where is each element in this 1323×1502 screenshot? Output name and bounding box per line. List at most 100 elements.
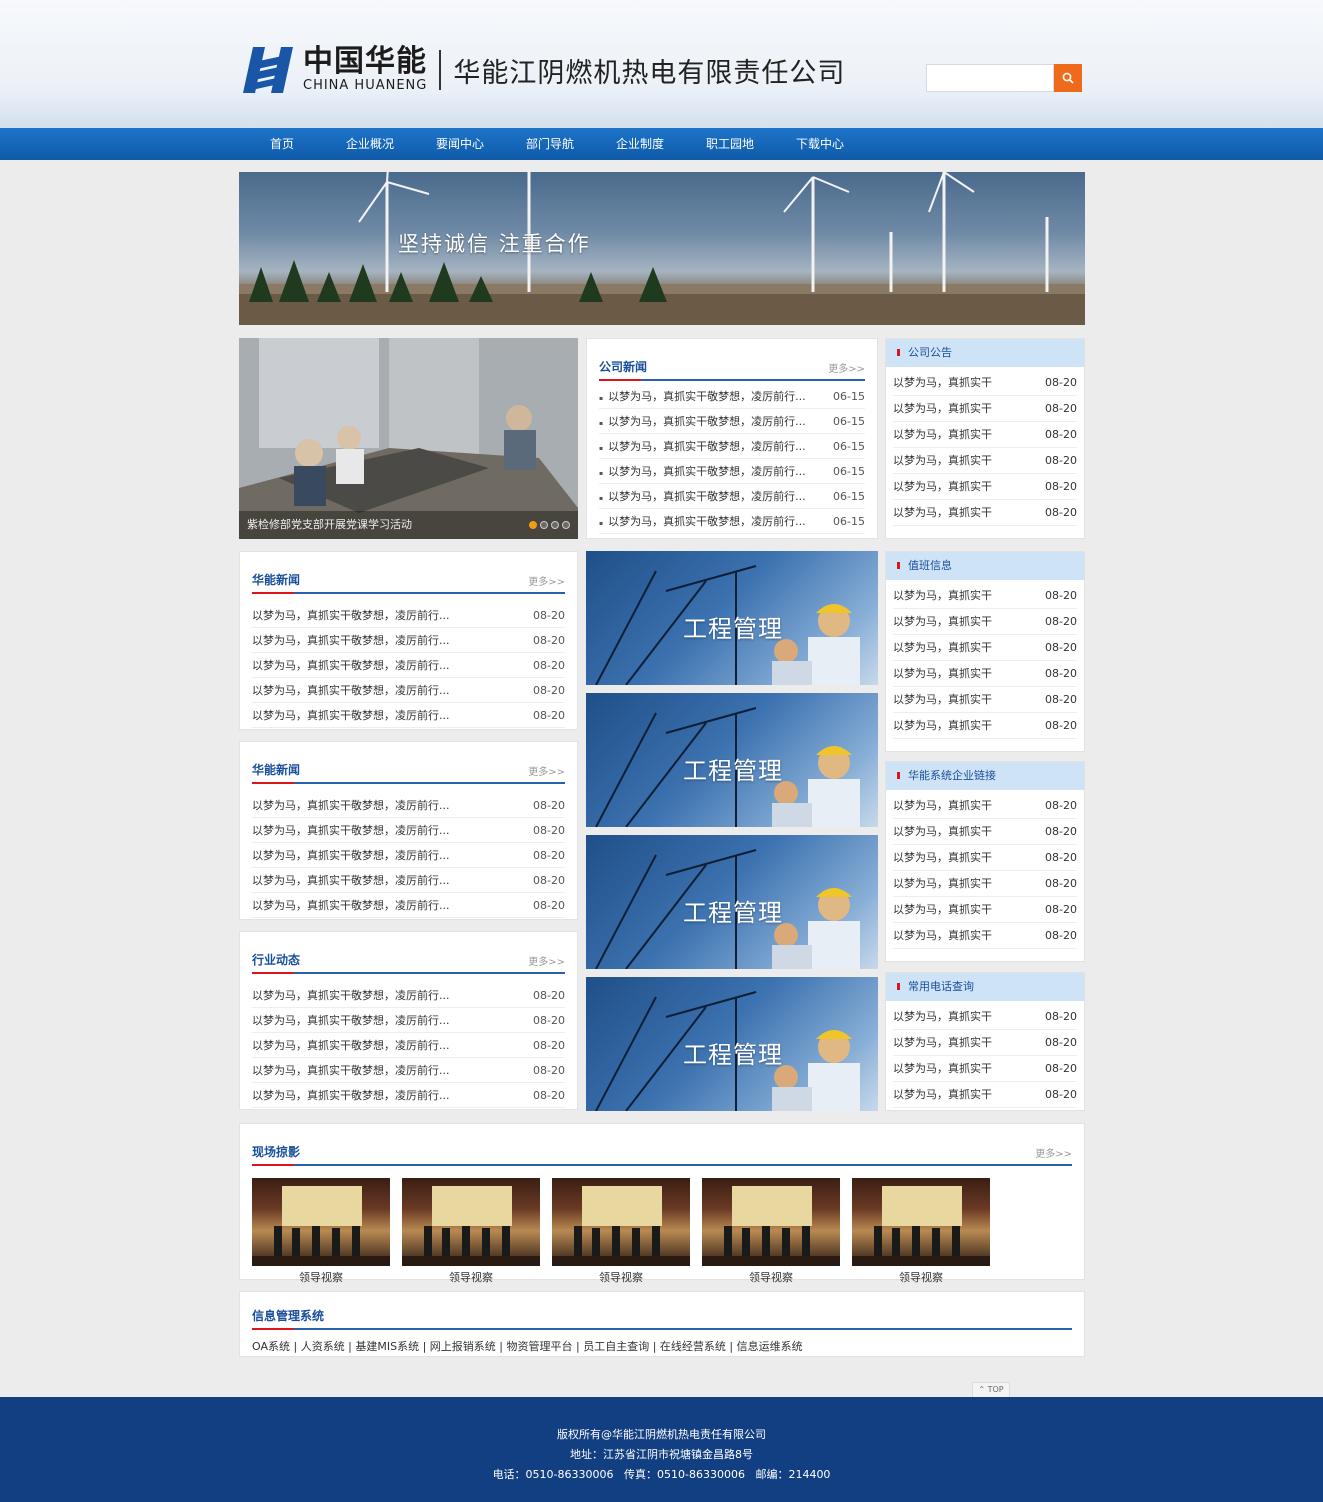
- nav-regulations[interactable]: 企业制度: [595, 128, 685, 160]
- list-item[interactable]: 以梦为马，真抓实干敬梦想，凌厉前行... 08-20: [252, 703, 565, 728]
- list-item[interactable]: 以梦为马，真抓实干 08-20: [893, 845, 1077, 871]
- engineering-card-4[interactable]: 工程管理: [586, 977, 878, 1111]
- logo[interactable]: 中国华能 CHINA HUANENG 华能江阴燃机热电有限责任公司: [241, 46, 845, 94]
- list-item[interactable]: 以梦为马，真抓实干 08-20: [893, 897, 1077, 923]
- company-news-more-link[interactable]: 更多>>: [828, 360, 865, 375]
- more-link[interactable]: 更多>>: [528, 763, 565, 778]
- list-item[interactable]: 以梦为马，真抓实干敬梦想，凌厉前行... 08-20: [252, 983, 565, 1008]
- phone-directory-panel: 常用电话查询 以梦为马，真抓实干 08-20 以梦为马，真抓实干 08-20 以梦为…: [885, 972, 1085, 1111]
- photo-card[interactable]: 领导视察: [402, 1178, 540, 1290]
- logo-divider: [439, 50, 442, 90]
- nav-overview[interactable]: 企业概况: [325, 128, 415, 160]
- list-item[interactable]: 以梦为马，真抓实干 08-20: [893, 1056, 1077, 1082]
- list-item[interactable]: 以梦为马，真抓实干 08-20: [893, 609, 1077, 635]
- list-item[interactable]: 以梦为马，真抓实干敬梦想，凌厉前行... 08-20: [252, 793, 565, 818]
- list-item[interactable]: 以梦为马，真抓实干敬梦想，凌厉前行... 08-20: [252, 843, 565, 868]
- list-item[interactable]: 以梦为马，真抓实干 08-20: [893, 396, 1077, 422]
- search-button[interactable]: [1054, 64, 1082, 92]
- stage-photo: [252, 1178, 390, 1266]
- engineering-label: 工程管理: [683, 899, 783, 927]
- photo-list: 领导视察 领导视察 领导视察 领导视察 领导视察: [240, 1178, 1084, 1290]
- list-item[interactable]: 以梦为马，真抓实干 08-20: [893, 1004, 1077, 1030]
- duty-info-panel: 值班信息 以梦为马，真抓实干 08-20 以梦为马，真抓实干 08-20 以梦为马，…: [885, 551, 1085, 752]
- list-item[interactable]: 以梦为马，真抓实干敬梦想，凌厉前行... 08-20: [252, 818, 565, 843]
- panel-title: 华能新闻: [252, 573, 301, 587]
- list-item[interactable]: 以梦为马，真抓实干敬梦想，凌厉前行...06-15: [599, 484, 865, 509]
- side-list: 以梦为马，真抓实干 08-20 以梦为马，真抓实干 08-20 以梦为马，真抓实干 0…: [886, 1001, 1084, 1112]
- hero-banner: 坚持诚信 注重合作: [239, 172, 1085, 325]
- company-name: 华能江阴燃机热电有限责任公司: [453, 57, 846, 89]
- list-item[interactable]: 以梦为马，真抓实干 08-20: [893, 1030, 1077, 1056]
- list-item[interactable]: 以梦为马，真抓实干 08-20: [893, 923, 1077, 949]
- site-footer: 版权所有@华能江阴燃机热电责任有限公司 地址：江苏省江阴市祝塘镇金昌路8号 电话…: [0, 1397, 1323, 1502]
- ceremony-image: [852, 1186, 990, 1266]
- list-item[interactable]: 以梦为马，真抓实干 08-20: [893, 793, 1077, 819]
- list-item[interactable]: 以梦为马，真抓实干敬梦想，凌厉前行...06-15: [599, 459, 865, 484]
- photo-card[interactable]: 领导视察: [852, 1178, 990, 1290]
- ceremony-image: [702, 1186, 840, 1266]
- list-item[interactable]: 以梦为马，真抓实干敬梦想，凌厉前行... 08-20: [252, 1033, 565, 1058]
- list-item[interactable]: 以梦为马，真抓实干敬梦想，凌厉前行... 08-20: [252, 1058, 565, 1083]
- back-to-top-button[interactable]: ⌃ TOP: [972, 1382, 1010, 1397]
- list-item[interactable]: 以梦为马，真抓实干 08-20: [893, 819, 1077, 845]
- list-item[interactable]: 以梦为马，真抓实干敬梦想，凌厉前行... 08-20: [252, 868, 565, 893]
- list-item[interactable]: 以梦为马，真抓实干敬梦想，凌厉前行... 08-20: [252, 1008, 565, 1033]
- list-item[interactable]: 以梦为马，真抓实干敬梦想，凌厉前行... 08-20: [252, 653, 565, 678]
- list-item[interactable]: 以梦为马，真抓实干敬梦想，凌厉前行... 08-20: [252, 603, 565, 628]
- nav-staff-garden[interactable]: 职工园地: [685, 128, 775, 160]
- photo-card[interactable]: 领导视察: [552, 1178, 690, 1290]
- engineering-card-3[interactable]: 工程管理: [586, 835, 878, 969]
- list-item[interactable]: 以梦为马，真抓实干 08-20: [893, 635, 1077, 661]
- list-item[interactable]: 以梦为马，真抓实干 08-20: [893, 687, 1077, 713]
- list-item[interactable]: 以梦为马，真抓实干 08-20: [893, 474, 1077, 500]
- ceremony-image: [552, 1186, 690, 1266]
- info-system-panel: 信息管理系统 OA系统 | 人资系统 | 基建MIS系统 | 网上报销系统 | …: [239, 1291, 1085, 1357]
- list-item[interactable]: 以梦为马，真抓实干 08-20: [893, 422, 1077, 448]
- slider-dot-2[interactable]: [540, 521, 548, 529]
- nav-home[interactable]: 首页: [239, 128, 325, 160]
- list-item[interactable]: 以梦为马，真抓实干敬梦想，凌厉前行... 08-20: [252, 678, 565, 703]
- gallery-more-link[interactable]: 更多>>: [1035, 1145, 1072, 1160]
- list-item[interactable]: 以梦为马，真抓实干敬梦想，凌厉前行... 08-20: [252, 893, 565, 918]
- list-item[interactable]: 以梦为马，真抓实干敬梦想，凌厉前行...06-15: [599, 409, 865, 434]
- more-link[interactable]: 更多>>: [528, 573, 565, 588]
- engineering-column: 工程管理 工程管理 工程管理 工程管理: [586, 551, 878, 1111]
- list-item[interactable]: 以梦为马，真抓实干 08-20: [893, 370, 1077, 396]
- list-item[interactable]: 以梦为马，真抓实干敬梦想，凌厉前行...06-15: [599, 434, 865, 459]
- slider-caption: 紫检修部党支部开展党课学习活动: [239, 511, 578, 539]
- list-item[interactable]: 以梦为马，真抓实干 08-20: [893, 500, 1077, 526]
- list-item[interactable]: 以梦为马，真抓实干敬梦想，凌厉前行...06-15: [599, 509, 865, 534]
- search-bar: [926, 64, 1082, 92]
- slider-dot-3[interactable]: [551, 521, 559, 529]
- more-link[interactable]: 更多>>: [528, 953, 565, 968]
- info-system-title: 信息管理系统: [252, 1309, 325, 1323]
- enterprise-links-panel: 华能系统企业链接 以梦为马，真抓实干 08-20 以梦为马，真抓实干 08-20 以…: [885, 761, 1085, 962]
- nav-downloads[interactable]: 下载中心: [775, 128, 865, 160]
- system-links[interactable]: OA系统 | 人资系统 | 基建MIS系统 | 网上报销系统 | 物资管理平台 …: [240, 1338, 1084, 1354]
- news-list: 以梦为马，真抓实干敬梦想，凌厉前行... 08-20 以梦为马，真抓实干敬梦想，凌…: [252, 603, 565, 728]
- nav-news-center[interactable]: 要闻中心: [415, 128, 505, 160]
- news-slider[interactable]: 紫检修部党支部开展党课学习活动: [239, 338, 578, 539]
- photo-card[interactable]: 领导视察: [702, 1178, 840, 1290]
- list-item[interactable]: 以梦为马，真抓实干敬梦想，凌厉前行... 08-20: [252, 1083, 565, 1108]
- list-item[interactable]: 以梦为马，真抓实干 08-20: [893, 871, 1077, 897]
- footer-copyright: 版权所有@华能江阴燃机热电责任有限公司: [557, 1428, 766, 1441]
- wind-turbines-image: [239, 172, 1085, 325]
- list-item[interactable]: 以梦为马，真抓实干敬梦想，凌厉前行... 08-20: [252, 628, 565, 653]
- slider-dot-4[interactable]: [562, 521, 570, 529]
- list-item[interactable]: 以梦为马，真抓实干 08-20: [893, 713, 1077, 739]
- search-input[interactable]: [926, 64, 1054, 92]
- notice-panel: 公司公告 以梦为马，真抓实干 08-20 以梦为马，真抓实干 08-20 以梦为马，…: [885, 338, 1085, 539]
- list-item[interactable]: 以梦为马，真抓实干 08-20: [893, 661, 1077, 687]
- list-item[interactable]: 以梦为马，真抓实干 08-20: [893, 1082, 1077, 1108]
- list-item[interactable]: 以梦为马，真抓实干敬梦想，凌厉前行...06-15: [599, 384, 865, 409]
- banner-slogan: 坚持诚信 注重合作: [398, 232, 591, 256]
- list-item[interactable]: 以梦为马，真抓实干 08-20: [893, 583, 1077, 609]
- engineering-card-1[interactable]: 工程管理: [586, 551, 878, 685]
- slider-dot-1[interactable]: [529, 521, 537, 529]
- gallery-panel: 现场掠影 更多>> 领导视察 领导视察 领导视察 领导视察 领导视察: [239, 1123, 1085, 1284]
- list-item[interactable]: 以梦为马，真抓实干 08-20: [893, 448, 1077, 474]
- photo-card[interactable]: 领导视察: [252, 1178, 390, 1290]
- engineering-card-2[interactable]: 工程管理: [586, 693, 878, 827]
- nav-departments[interactable]: 部门导航: [505, 128, 595, 160]
